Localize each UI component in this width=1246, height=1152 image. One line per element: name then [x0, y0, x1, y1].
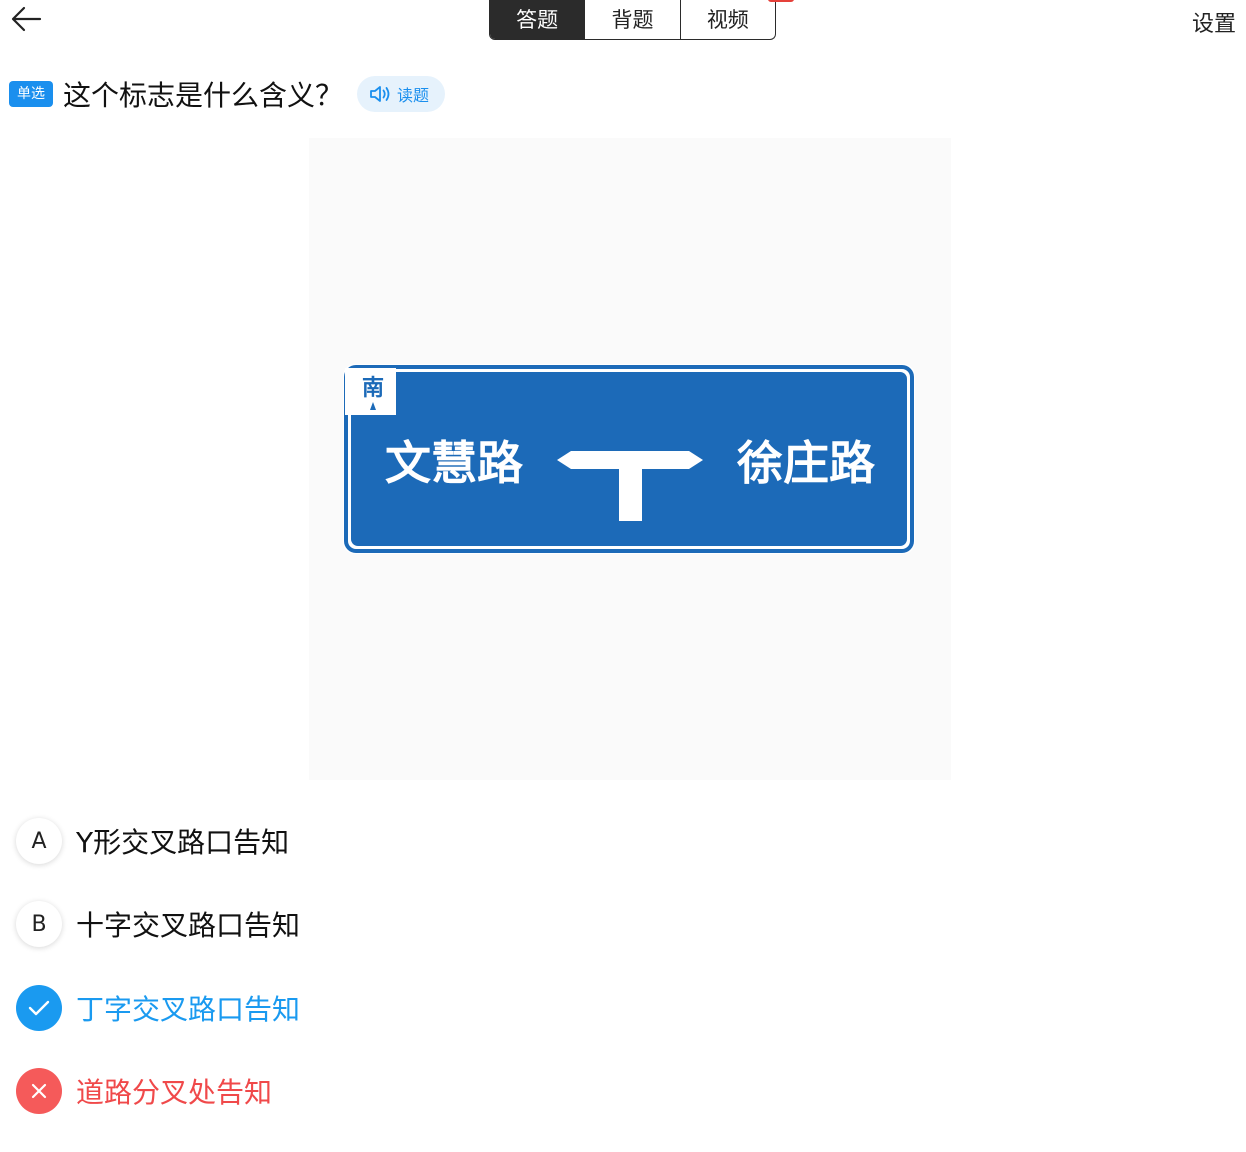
- mode-tabs: 答题 背题 视频: [489, 0, 776, 40]
- option-a-text: Y形交叉路口告知: [76, 826, 290, 859]
- question-image: 南 文慧路 徐庄路: [309, 138, 951, 780]
- option-b[interactable]: B 十字交叉路口告知: [16, 900, 300, 948]
- option-a[interactable]: A Y形交叉路口告知: [16, 817, 289, 865]
- read-question-button[interactable]: 读题: [357, 76, 446, 112]
- direction-label: 南: [362, 376, 384, 401]
- option-c-text: 丁字交叉路口告知: [76, 993, 301, 1026]
- road-sign: 南 文慧路 徐庄路: [343, 364, 915, 554]
- settings-button[interactable]: 设置: [1192, 6, 1236, 38]
- left-road-name: 文慧路: [385, 436, 524, 490]
- option-b-marker: B: [16, 901, 62, 947]
- tab-video[interactable]: 视频: [679, 0, 775, 39]
- option-c-marker: [16, 985, 62, 1031]
- arrow-left-icon: [11, 6, 42, 32]
- read-question-label: 读题: [397, 86, 430, 105]
- option-b-text: 十字交叉路口告知: [76, 909, 301, 942]
- option-d-text: 道路分叉处告知: [76, 1076, 273, 1109]
- option-a-marker: A: [16, 818, 62, 864]
- option-d-marker: [16, 1068, 62, 1114]
- option-c[interactable]: 丁字交叉路口告知: [16, 984, 300, 1032]
- close-icon: [31, 1083, 47, 1099]
- top-bar: 答题 背题 视频 设置: [0, 0, 1246, 50]
- back-button[interactable]: [8, 2, 48, 36]
- tab-answer[interactable]: 答题: [490, 0, 585, 39]
- check-icon: [28, 1000, 50, 1016]
- tab-memorize[interactable]: 背题: [584, 0, 679, 39]
- speaker-icon: [370, 86, 390, 102]
- question-row: 单选 这个标志是什么含义？ 读题: [9, 75, 446, 113]
- question-type-badge: 单选: [9, 81, 53, 107]
- question-text: 这个标志是什么含义？: [63, 79, 344, 112]
- new-badge: [768, 0, 794, 2]
- right-road-name: 徐庄路: [736, 436, 876, 490]
- option-d[interactable]: 道路分叉处告知: [16, 1067, 272, 1115]
